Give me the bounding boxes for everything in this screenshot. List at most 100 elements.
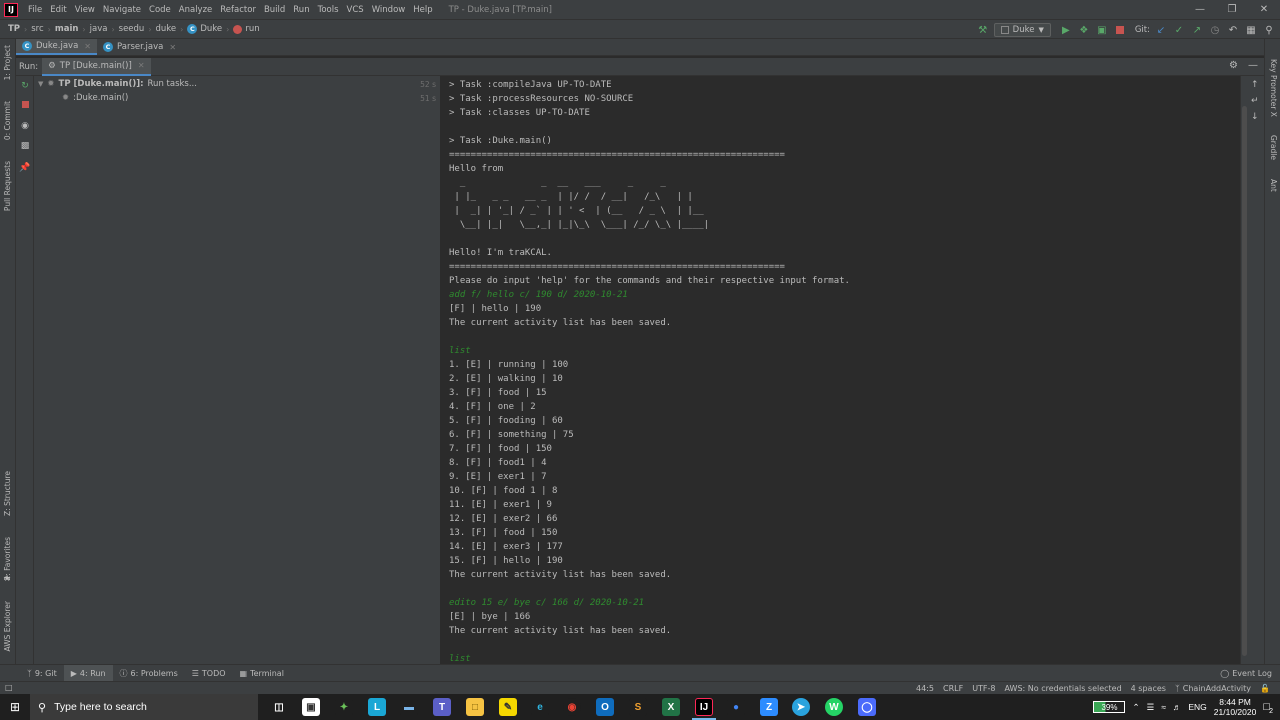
breadcrumb-run-method[interactable]: run [245, 24, 259, 34]
breadcrumb-java[interactable]: java [90, 24, 108, 34]
close-tab-icon[interactable]: ✕ [84, 42, 91, 51]
tab-parser-java[interactable]: C Parser.java ✕ [97, 39, 182, 55]
chrome-icon[interactable]: ◉ [563, 698, 581, 716]
tab-terminal[interactable]: ▦ Terminal [233, 665, 291, 682]
project-structure-icon[interactable]: ▦ [1244, 23, 1258, 37]
minimize-icon[interactable]: — [1184, 0, 1216, 19]
coverage-icon[interactable]: ▣ [1095, 23, 1109, 37]
file-explorer-icon[interactable]: □ [466, 698, 484, 716]
intellij-taskbar-icon[interactable]: IJ [695, 698, 713, 716]
show-running-icon[interactable]: ◉ [19, 120, 31, 132]
notifications-icon[interactable]: □ 2 [1263, 701, 1273, 715]
event-log-button[interactable]: ◯ Event Log [1220, 665, 1272, 682]
search-everywhere-icon[interactable]: ⚲ [1262, 23, 1276, 37]
ant-tool-button[interactable]: Ant [1269, 179, 1278, 192]
network-icon[interactable]: ☰ [1147, 702, 1155, 713]
console-scrollbar[interactable] [1242, 106, 1247, 656]
close-tab-icon[interactable]: ✕ [138, 61, 145, 70]
zoom-icon[interactable]: Z [760, 698, 778, 716]
sublime-icon[interactable]: S [629, 698, 647, 716]
stop-icon[interactable] [1113, 23, 1127, 37]
signal-icon[interactable]: ◯ [858, 698, 876, 716]
structure-tool-button[interactable]: Z: Structure [3, 471, 12, 516]
aws-explorer-tool-button[interactable]: AWS Explorer [3, 601, 12, 652]
rollback-icon[interactable]: ↶ [1226, 23, 1240, 37]
menu-analyze[interactable]: Analyze [175, 5, 217, 15]
menu-view[interactable]: View [71, 5, 99, 15]
lockdown-app-icon[interactable]: L [368, 698, 386, 716]
aws-credentials[interactable]: AWS: No credentials selected [1005, 684, 1122, 693]
sticky-notes-icon[interactable]: ✎ [499, 698, 517, 716]
tree-root-row[interactable]: ▼ ✹ TP [Duke.main()]: Run tasks... [38, 79, 197, 89]
menu-tools[interactable]: Tools [314, 5, 343, 15]
menu-window[interactable]: Window [368, 5, 410, 15]
menu-code[interactable]: Code [145, 5, 175, 15]
debug-icon[interactable]: ❖ [1077, 23, 1091, 37]
run-config-selector[interactable]: Duke ▼ [993, 23, 1051, 37]
tray-expand-icon[interactable]: ⌃ [1132, 702, 1139, 713]
file-encoding[interactable]: UTF-8 [972, 684, 995, 693]
task-view-icon[interactable]: ◫ [270, 698, 288, 716]
settings-gear-icon[interactable]: ⚙ [1229, 60, 1238, 71]
git-update-icon[interactable]: ↙ [1154, 23, 1168, 37]
battery-indicator[interactable]: 39% [1093, 701, 1126, 713]
status-toggle-icon[interactable]: □ [5, 683, 13, 692]
git-branch[interactable]: ᛉ ChainAddActivity [1175, 684, 1251, 693]
greenshot-icon[interactable]: ✦ [335, 698, 353, 716]
breadcrumb-duke-package[interactable]: duke [156, 24, 177, 34]
breadcrumb-duke-class[interactable]: Duke [200, 24, 222, 34]
tree-child-row[interactable]: ✹ :Duke.main() [62, 93, 128, 103]
edge-icon[interactable]: e [531, 698, 549, 716]
run-tab[interactable]: ⚙ TP [Duke.main()] ✕ [42, 57, 151, 76]
restore-icon[interactable]: ❐ [1216, 0, 1248, 19]
build-hammer-icon[interactable]: ⚒ [976, 23, 990, 37]
console-output[interactable]: > Task :compileJava UP-TO-DATE > Task :pr… [441, 76, 1240, 664]
clock[interactable]: 8:44 PM 21/10/2020 [1214, 697, 1257, 717]
volume-icon[interactable]: ♬ [1173, 702, 1182, 712]
tab-todo[interactable]: ☰ TODO [185, 665, 233, 682]
tab-git[interactable]: ᛉ 9: Git [20, 665, 64, 682]
excel-icon[interactable]: X [662, 698, 680, 716]
menu-refactor[interactable]: Refactor [216, 5, 260, 15]
layout-icon[interactable]: ▩ [19, 140, 31, 152]
commit-tool-button[interactable]: 0: Commit [3, 101, 12, 140]
scroll-up-icon[interactable]: ↑ [1251, 80, 1259, 90]
breadcrumb-project[interactable]: TP [8, 24, 20, 34]
wifi-icon[interactable]: ≈ [1161, 702, 1166, 712]
windows-start-icon[interactable]: ⊞ [0, 694, 30, 720]
caret-position[interactable]: 44:5 [916, 684, 934, 693]
telegram-icon[interactable]: ➤ [792, 698, 810, 716]
hide-panel-icon[interactable]: — [1248, 60, 1258, 71]
menu-navigate[interactable]: Navigate [99, 5, 145, 15]
git-commit-icon[interactable]: ✓ [1172, 23, 1186, 37]
store-icon[interactable]: ▣ [302, 698, 320, 716]
close-tab-icon[interactable]: ✕ [169, 43, 176, 52]
menu-run[interactable]: Run [289, 5, 313, 15]
stop-icon[interactable] [19, 98, 31, 110]
close-window-icon[interactable]: ✕ [1248, 0, 1280, 19]
outlook-icon[interactable]: O [596, 698, 614, 716]
run-icon[interactable]: ▶ [1059, 23, 1073, 37]
tab-duke-java[interactable]: C Duke.java ✕ [16, 39, 97, 55]
menu-help[interactable]: Help [409, 5, 436, 15]
breadcrumb-seedu[interactable]: seedu [119, 24, 145, 34]
line-separator[interactable]: CRLF [943, 684, 963, 693]
menu-vcs[interactable]: VCS [343, 5, 368, 15]
soft-wrap-icon[interactable]: ↵ [1251, 96, 1259, 106]
teams-icon[interactable]: T [433, 698, 451, 716]
pin-icon[interactable]: 📌 [19, 162, 31, 174]
remote-desktop-icon[interactable]: ▬ [400, 698, 418, 716]
menu-file[interactable]: File [24, 5, 46, 15]
indent-setting[interactable]: 4 spaces [1131, 684, 1166, 693]
scroll-to-end-icon[interactable]: ↓ [1251, 112, 1259, 122]
whatsapp-icon[interactable]: W [825, 698, 843, 716]
tab-run[interactable]: ▶ 4: Run [63, 664, 113, 682]
lock-icon[interactable]: 🔓 [1260, 684, 1270, 693]
breadcrumb-src[interactable]: src [31, 24, 43, 34]
menu-edit[interactable]: Edit [46, 5, 70, 15]
maps-icon[interactable]: ● [727, 698, 745, 716]
tab-problems[interactable]: ⓘ 6: Problems [113, 665, 185, 682]
key-promoter-tool-button[interactable]: Key Promoter X [1269, 59, 1278, 117]
menu-build[interactable]: Build [260, 5, 289, 15]
pull-requests-tool-button[interactable]: Pull Requests [3, 161, 12, 211]
